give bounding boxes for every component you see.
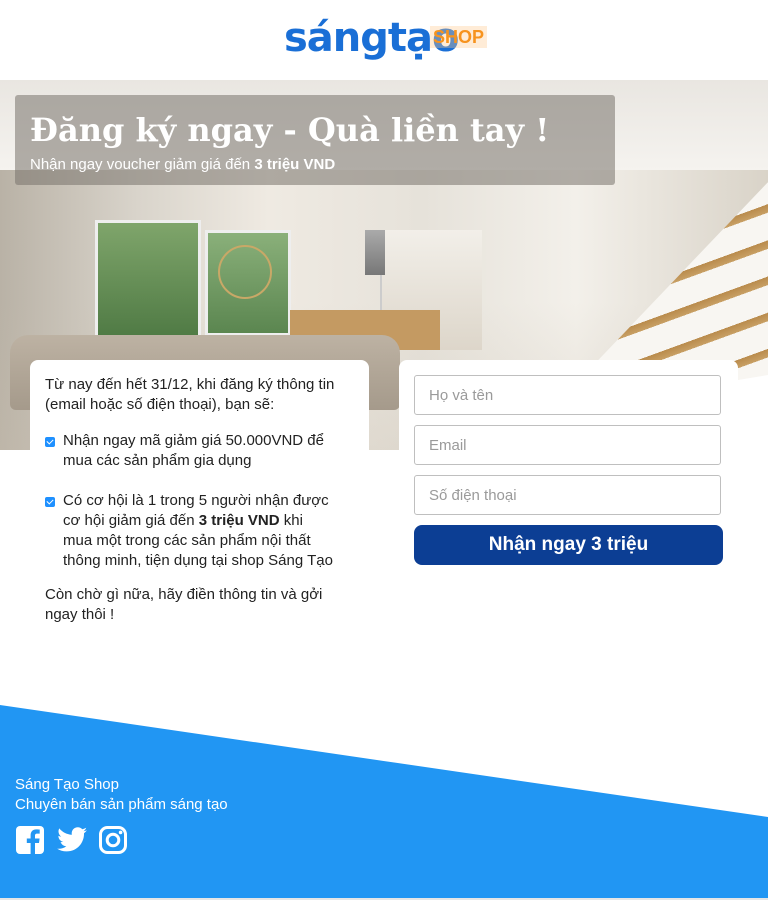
footer-shop-name: Sáng Tạo Shop — [15, 776, 119, 793]
hero-subtitle: Nhận ngay voucher giảm giá đến 3 triệu V… — [30, 155, 335, 175]
hero-subtitle-amount: 3 triệu VND — [254, 156, 336, 173]
window — [95, 220, 201, 341]
logo-shop-badge: SHOP — [430, 26, 488, 48]
footer-tagline: Chuyên bán sản phẩm sáng tạo — [15, 796, 228, 813]
benefit-item: Nhận ngay mã giảm giá 50.000VND để mua c… — [45, 431, 325, 471]
pendant-lamp — [365, 230, 385, 275]
benefit-text: Nhận ngay mã giảm giá 50.000VND để mua c… — [63, 432, 324, 469]
instagram-icon[interactable] — [98, 825, 128, 855]
facebook-icon[interactable] — [15, 825, 45, 855]
benefit-text: Có cơ hội là 1 trong 5 người nhận được c… — [63, 492, 333, 569]
header: sángtạo SHOP — [0, 0, 768, 80]
logo[interactable]: sángtạo SHOP — [284, 12, 488, 62]
benefit-amount: 3 triệu VND — [198, 512, 280, 529]
phone-input[interactable] — [414, 475, 721, 515]
twitter-icon[interactable] — [56, 825, 88, 855]
info-outro: Còn chờ gì nữa, hãy điền thông tin và gở… — [45, 586, 323, 623]
info-intro: Từ nay đến hết 31/12, khi đăng ký thông … — [45, 376, 335, 413]
checkbox-checked-icon — [45, 497, 55, 507]
email-input[interactable] — [414, 425, 721, 465]
name-input[interactable] — [414, 375, 721, 415]
wall-clock — [218, 245, 272, 299]
benefit-item: Có cơ hội là 1 trong 5 người nhận được c… — [45, 491, 335, 571]
hero-subtitle-text: Nhận ngay voucher giảm giá đến — [30, 156, 255, 173]
checkbox-checked-icon — [45, 437, 55, 447]
hero-title: Đăng ký ngay - Quà liền tay ! — [30, 111, 550, 149]
submit-button[interactable]: Nhận ngay 3 triệu — [414, 525, 723, 565]
